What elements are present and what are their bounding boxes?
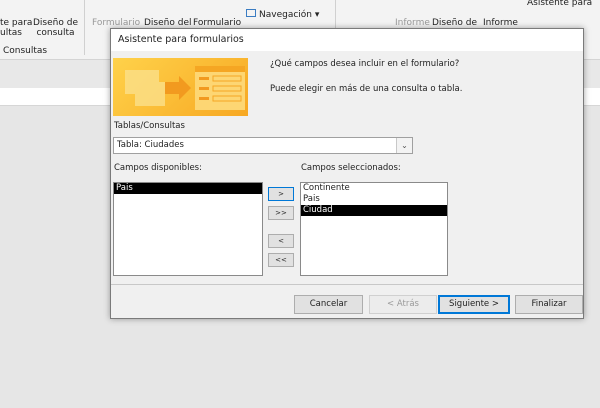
- label: ultas: [0, 28, 22, 38]
- selected-fields-label: Campos seleccionados:: [301, 163, 401, 173]
- tables-label: Tablas/Consultas: [114, 121, 185, 131]
- list-item[interactable]: Pais: [301, 194, 447, 205]
- dialog-title: Asistente para formularios: [111, 29, 583, 51]
- selected-fields-list[interactable]: Continente Pais Ciudad: [300, 182, 448, 276]
- available-fields-label: Campos disponibles:: [114, 163, 202, 173]
- remove-all-fields-button[interactable]: <<: [268, 253, 294, 267]
- list-item[interactable]: Ciudad: [301, 205, 447, 216]
- group-label-consultas: Consultas: [3, 46, 48, 56]
- blank-report-button[interactable]: Informe: [483, 18, 518, 28]
- report-button[interactable]: Informe: [395, 18, 430, 28]
- finish-button[interactable]: Finalizar: [515, 295, 583, 314]
- blank-form-button[interactable]: Formulario: [193, 18, 241, 28]
- tables-combobox[interactable]: Tabla: Ciudades ⌄: [113, 137, 413, 154]
- add-all-fields-button[interactable]: >>: [268, 206, 294, 220]
- divider: [111, 284, 583, 285]
- next-button[interactable]: Siguiente >: [438, 295, 510, 314]
- label: Diseño de: [33, 18, 78, 28]
- list-item[interactable]: Continente: [301, 183, 447, 194]
- report-wizard-button[interactable]: Asistente para: [527, 0, 592, 8]
- navigation-icon: [246, 9, 256, 17]
- hint-text: Puede elegir en más de una consulta o ta…: [270, 84, 463, 94]
- add-field-button[interactable]: >: [268, 187, 294, 201]
- remove-field-button[interactable]: <: [268, 234, 294, 248]
- list-item[interactable]: Pais: [114, 183, 262, 194]
- report-design-button[interactable]: Diseño de: [432, 18, 477, 28]
- label: Navegación ▾: [259, 10, 320, 20]
- wizard-illustration: [113, 58, 248, 116]
- navigation-button[interactable]: Navegación ▾: [246, 9, 319, 20]
- chevron-down-icon[interactable]: ⌄: [396, 138, 412, 153]
- form-button[interactable]: Formulario: [92, 18, 140, 28]
- label: consulta: [36, 28, 75, 38]
- question-text: ¿Qué campos desea incluir en el formular…: [270, 59, 460, 69]
- query-design-button[interactable]: Diseño de consulta: [33, 18, 78, 38]
- back-button[interactable]: < Atrás: [369, 295, 437, 314]
- label: te para: [0, 18, 33, 28]
- cancel-button[interactable]: Cancelar: [294, 295, 363, 314]
- form-design-button[interactable]: Diseño del: [144, 18, 191, 28]
- combo-value: Tabla: Ciudades: [117, 140, 184, 150]
- available-fields-list[interactable]: Pais: [113, 182, 263, 276]
- form-wizard-dialog: Asistente para formularios ¿Qué campos d…: [110, 28, 584, 319]
- query-wizard-button[interactable]: te para ultas: [0, 18, 32, 38]
